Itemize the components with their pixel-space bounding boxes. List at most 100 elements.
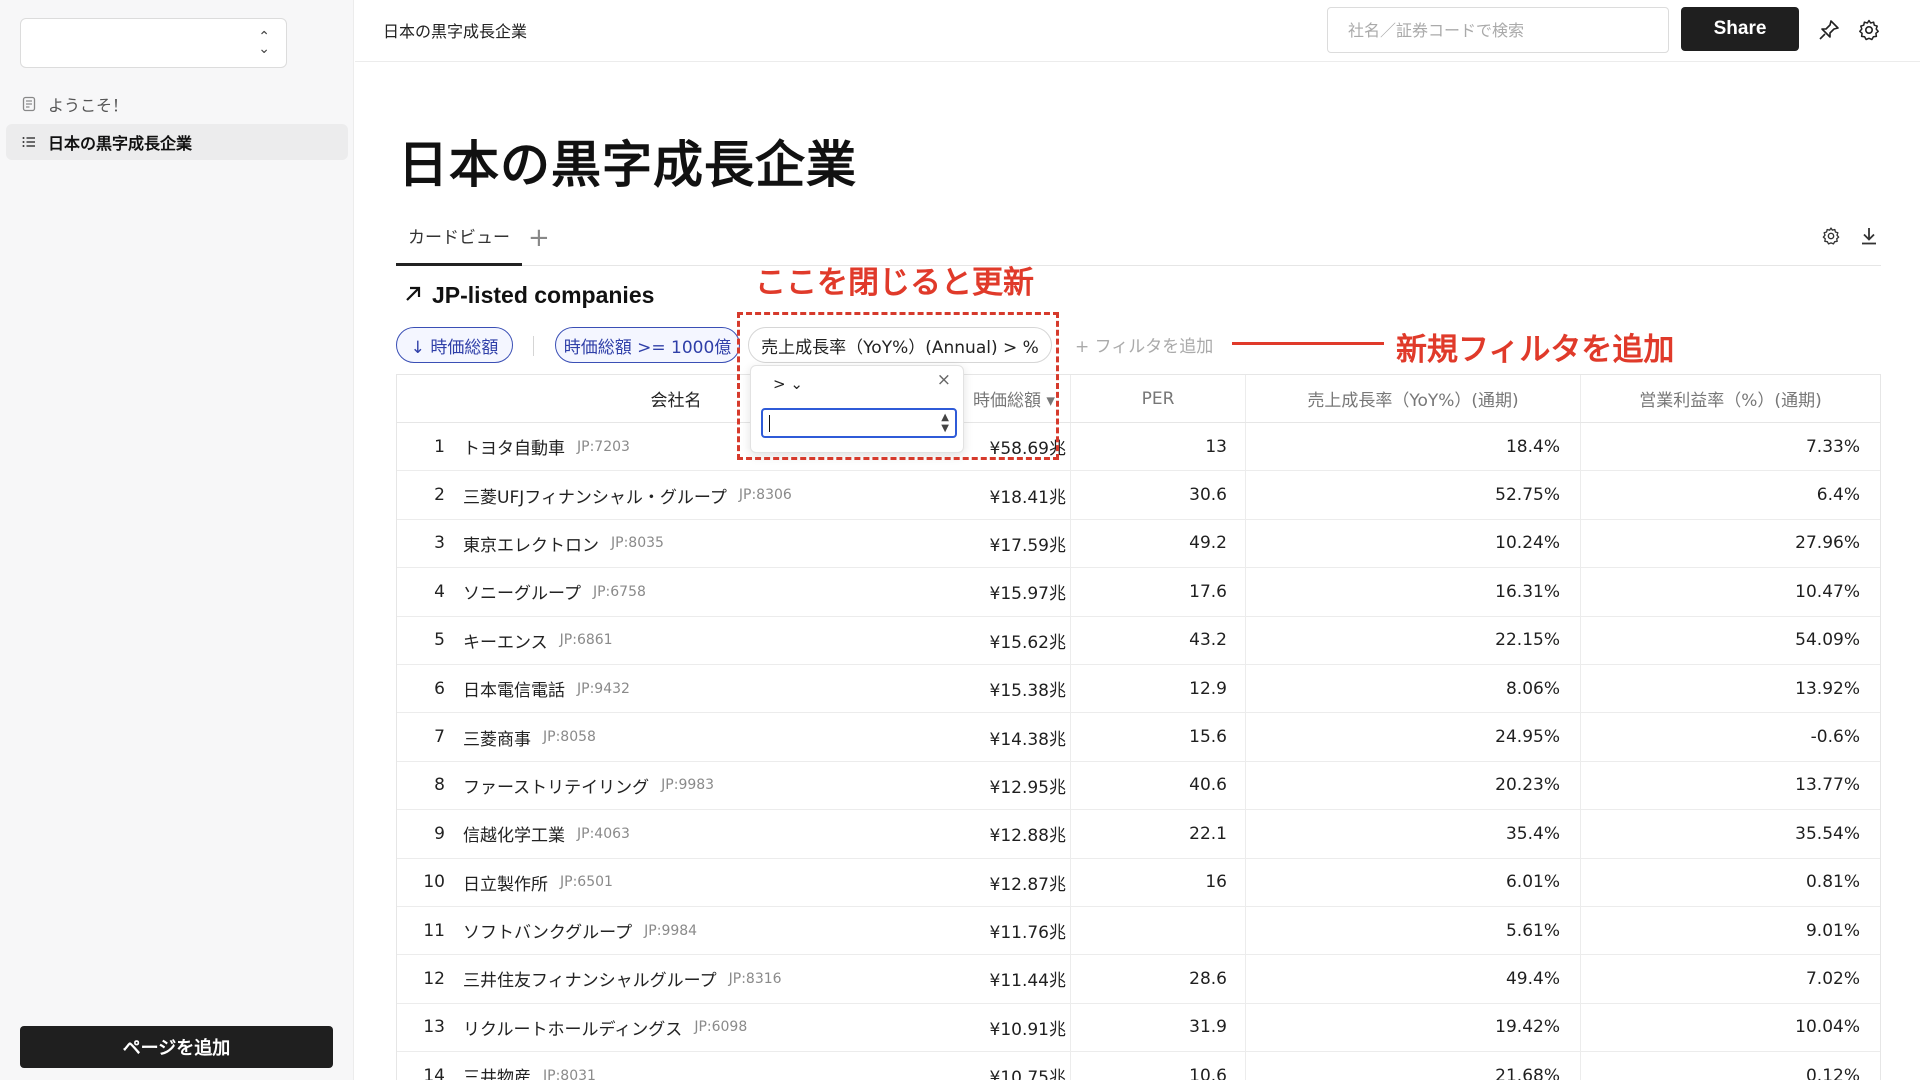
view-tabs: カードビュー + [396,218,1881,266]
page-title: 日本の黒字成長企業 [398,136,857,194]
company-cell[interactable]: 三菱UFJフィナンシャル・グループ JP:8306 [445,471,955,518]
search-input[interactable] [1327,7,1669,53]
company-name: キーエンス [463,632,548,653]
row-index: 11 [423,920,445,941]
row-index: 8 [434,775,445,796]
header-revenue-growth[interactable]: 売上成長率（YoY%）(通期) [1245,375,1580,422]
per-cell: 22.1 [1070,810,1245,858]
annotation-dashed-box [737,312,1059,460]
ticker-code: JP:7203 [577,438,630,455]
per-cell: 49.2 [1070,519,1245,568]
table-row[interactable]: 14 三井物産 JP:8031 ¥10.75兆 10.6 21.68% 0.12% [397,1052,1880,1080]
annotation-add-note: 新規フィルタを追加 [1396,332,1675,368]
section-title[interactable]: JP-listed companies [404,282,654,309]
company-name: ソフトバンクグループ [463,923,633,944]
operating-margin-cell: 7.02% [1580,955,1880,1003]
breadcrumb: 日本の黒字成長企業 [383,22,528,41]
filter-chip-market-cap[interactable]: 時価総額 >= 1000億 [555,327,740,363]
market-cap-cell: ¥15.38兆 [989,681,1066,702]
company-cell[interactable]: 日本電信電話 JP:9432 [445,665,955,712]
chevron-updown-icon: ⌃ ⌄ [258,29,270,57]
table-row[interactable]: 3 東京エレクトロン JP:8035 ¥17.59兆 49.2 10.24% 27.96% [397,519,1880,569]
company-name: 日本電信電話 [463,681,565,702]
company-cell[interactable]: 三菱商事 JP:8058 [445,713,955,760]
table-row[interactable]: 5 キーエンス JP:6861 ¥15.62兆 43.2 22.15% 54.09% [397,616,1880,665]
operating-margin-cell: 54.09% [1580,616,1880,664]
market-cap-cell: ¥12.87兆 [989,874,1066,895]
table-row[interactable]: 12 三井住友フィナンシャルグループ JP:8316 ¥11.44兆 28.6 49.4%… [397,955,1880,1004]
per-cell: 31.9 [1070,1003,1245,1052]
download-icon[interactable] [1857,224,1881,248]
gear-icon[interactable] [1855,16,1883,44]
company-cell[interactable]: リクルートホールディングス JP:6098 [445,1004,955,1051]
per-cell: 10.6 [1070,1052,1245,1080]
revenue-growth-cell: 16.31% [1245,568,1580,616]
table-row[interactable]: 6 日本電信電話 JP:9432 ¥15.38兆 12.9 8.06% 13.92% [397,664,1880,714]
companies-table: 会社名 時価総額 ▾ PER 売上成長率（YoY%）(通期) 営業利益率（%）(… [396,374,1881,1080]
table-row[interactable]: 7 三菱商事 JP:8058 ¥14.38兆 15.6 24.95% -0.6% [397,713,1880,762]
company-name: ソニーグループ [463,584,581,605]
header-operating-margin[interactable]: 営業利益率（%）(通期) [1580,375,1880,422]
view-tools [1819,224,1881,248]
table-row[interactable]: 11 ソフトバンクグループ JP:9984 ¥11.76兆 5.61% 9.01% [397,906,1880,956]
ticker-code: JP:6758 [592,583,646,600]
per-cell: 43.2 [1070,616,1245,664]
per-cell: 30.6 [1070,471,1245,519]
revenue-growth-cell: 19.42% [1245,1003,1580,1052]
market-cap-cell: ¥11.44兆 [989,971,1066,992]
company-cell[interactable]: 日立製作所 JP:6501 [445,859,955,906]
revenue-growth-cell: 35.4% [1245,810,1580,858]
company-cell[interactable]: ファーストリテイリング JP:9983 [445,762,955,809]
share-button[interactable]: Share [1681,7,1799,51]
pin-icon[interactable] [1815,16,1843,44]
add-page-button[interactable]: ページを追加 [20,1026,333,1068]
ticker-code: JP:8058 [543,729,596,746]
company-name: 信越化学工業 [463,826,565,847]
add-tab-button[interactable]: + [528,223,550,253]
company-cell[interactable]: 三井住友フィナンシャルグループ JP:8316 [445,955,955,1002]
per-cell [1070,906,1245,955]
row-index: 2 [434,485,445,506]
revenue-growth-cell: 52.75% [1245,471,1580,519]
list-icon [20,133,38,151]
market-cap-cell: ¥15.62兆 [989,632,1066,653]
revenue-growth-cell: 21.68% [1245,1052,1580,1080]
per-cell: 28.6 [1070,955,1245,1003]
company-cell[interactable]: 東京エレクトロン JP:8035 [445,520,955,567]
table-row[interactable]: 13 リクルートホールディングス JP:6098 ¥10.91兆 31.9 19.42% 1… [397,1003,1880,1053]
operating-margin-cell: 27.96% [1580,519,1880,568]
company-cell[interactable]: キーエンス JP:6861 [445,617,955,664]
table-row[interactable]: 4 ソニーグループ JP:6758 ¥15.97兆 17.6 16.31% 10.47% [397,568,1880,617]
row-index: 14 [423,1065,445,1080]
company-cell[interactable]: ソニーグループ JP:6758 [445,568,955,615]
operating-margin-cell: 9.01% [1580,906,1880,955]
sidebar-item-welcome[interactable]: ようこそ！ [6,86,348,122]
sort-chip-market-cap[interactable]: ↓ 時価総額 [396,327,513,363]
gear-icon[interactable] [1819,224,1843,248]
table-body: 1 トヨタ自動車 JP:7203 ¥58.69兆 13 18.4% 7.33% 2 三菱UFJフ… [397,423,1880,1080]
ticker-code: JP:4063 [577,825,630,842]
operating-margin-cell: 10.04% [1580,1003,1880,1052]
tab-card-view[interactable]: カードビュー [396,218,522,266]
company-name: 三菱UFJフィナンシャル・グループ [463,487,727,508]
table-row[interactable]: 2 三菱UFJフィナンシャル・グループ JP:8306 ¥18.41兆 30.6 52.7… [397,471,1880,520]
company-cell[interactable]: 三井物産 JP:8031 [445,1052,955,1080]
ticker-code: JP:8035 [611,535,664,552]
company-cell[interactable]: ソフトバンクグループ JP:9984 [445,907,955,954]
ticker-code: JP:9983 [661,777,715,794]
workspace-select[interactable]: ⌃ ⌄ [20,18,287,68]
sidebar-item-profitable-growth[interactable]: 日本の黒字成長企業 [6,124,348,160]
operating-margin-cell: 13.92% [1580,664,1880,713]
company-cell[interactable]: 信越化学工業 JP:4063 [445,810,955,857]
per-cell: 16 [1070,858,1245,906]
table-row[interactable]: 10 日立製作所 JP:6501 ¥12.87兆 16 6.01% 0.81% [397,858,1880,907]
ticker-code: JP:9432 [577,680,630,697]
table-row[interactable]: 9 信越化学工業 JP:4063 ¥12.88兆 22.1 35.4% 35.54% [397,810,1880,859]
table-row[interactable]: 1 トヨタ自動車 JP:7203 ¥58.69兆 13 18.4% 7.33% [397,423,1880,472]
table-row[interactable]: 8 ファーストリテイリング JP:9983 ¥12.95兆 40.6 20.23% 13.7… [397,761,1880,811]
table-header: 会社名 時価総額 ▾ PER 売上成長率（YoY%）(通期) 営業利益率（%）(… [397,375,1880,423]
row-index: 4 [434,581,445,602]
add-filter-button[interactable]: + フィルタを追加 [1075,332,1213,357]
revenue-growth-cell: 8.06% [1245,664,1580,713]
header-per[interactable]: PER [1070,375,1245,422]
